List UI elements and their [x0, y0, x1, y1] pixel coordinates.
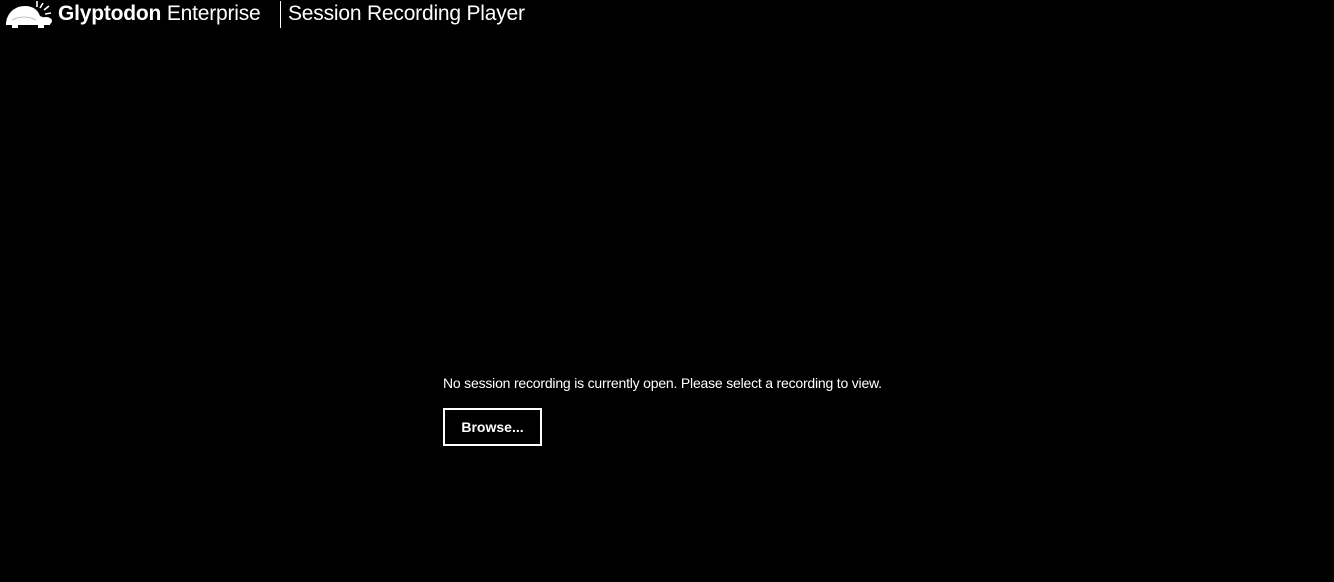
browse-button[interactable]: Browse... [443, 408, 542, 446]
no-recording-message: No session recording is currently open. … [443, 375, 882, 391]
glyptodon-logo-icon [6, 1, 52, 28]
page-title: Session Recording Player [288, 2, 525, 25]
brand-name-bold: Glyptodon [58, 2, 162, 25]
header-divider [280, 1, 281, 28]
brand-name: Glyptodon Enterprise [58, 2, 261, 26]
no-recording-prompt: No session recording is currently open. … [443, 374, 882, 446]
session-recording-player: Glyptodon Enterprise Session Recording P… [0, 0, 1334, 582]
brand-name-light: Enterprise [166, 2, 261, 25]
